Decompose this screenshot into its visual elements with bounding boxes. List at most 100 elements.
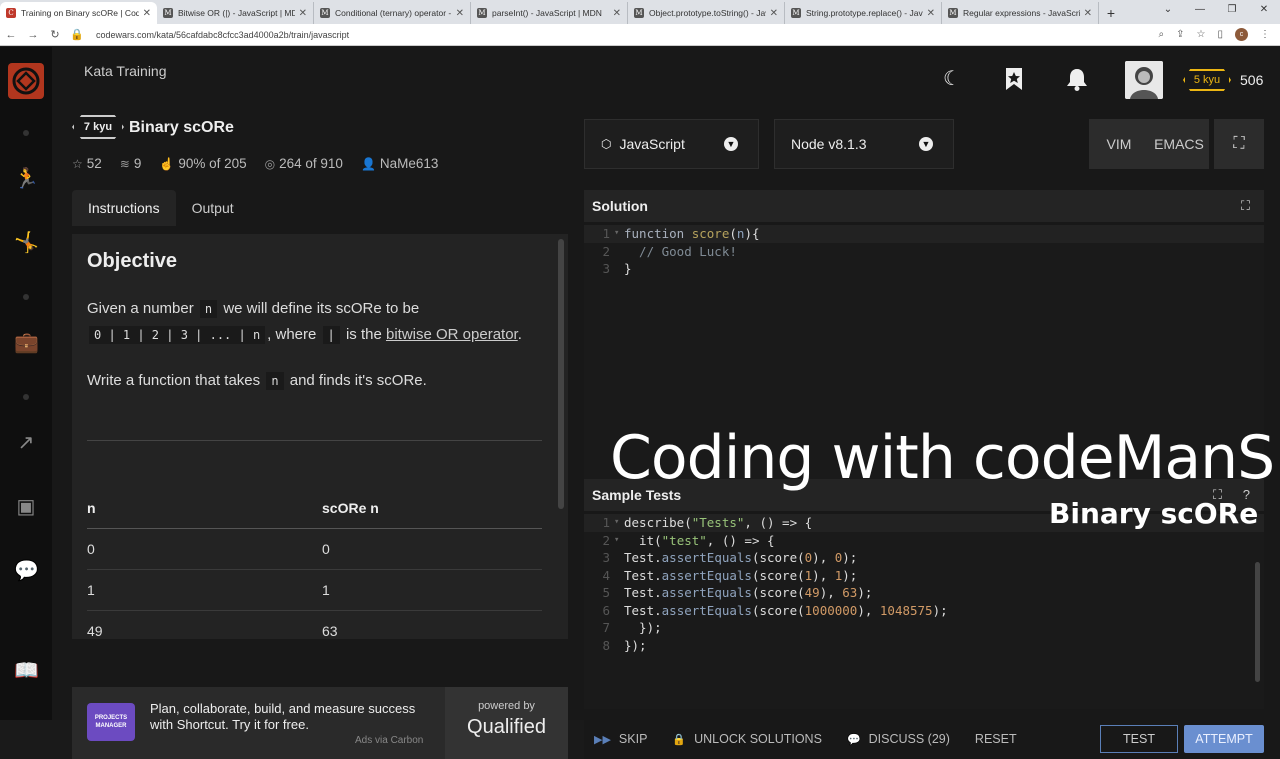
kata-description: Objective Given a number n we will defin… [72,234,568,639]
mdn-favicon: M [948,8,958,18]
codewars-logo[interactable] [8,63,44,99]
tests-scrollbar[interactable] [1255,562,1260,682]
reset-button[interactable]: RESET [975,732,1017,746]
thumbs-icon: ☝ [159,156,175,171]
menu-icon[interactable]: ⋮ [1260,29,1270,40]
browser-tab[interactable]: C Training on Binary scORe | Code ✕ [0,2,157,24]
kata-tabs: Instructions Output [72,190,250,226]
browser-tab[interactable]: M String.prototype.replace() - Java ✕ [785,2,942,24]
discord-icon[interactable]: ▣ [14,495,38,519]
profile-avatar[interactable]: c [1235,28,1248,41]
carbon-ad[interactable]: PROJECTS MANAGER Plan, collaborate, buil… [72,687,568,759]
forward-icon[interactable]: → [22,29,44,41]
close-window-icon[interactable]: ✕ [1248,0,1280,20]
description-scrollbar[interactable] [558,239,564,509]
collections-stat[interactable]: ≋ 9 [120,156,142,171]
reload-icon[interactable]: ↻ [44,28,66,41]
ad-text[interactable]: Plan, collaborate, build, and measure su… [150,701,440,733]
video-overlay-title: Coding with codeManS [610,423,1275,493]
honor-count: 506 [1240,72,1264,88]
kata-title[interactable]: Binary scORe [129,119,234,137]
kata-stats: ☆ 52 ≋ 9 ☝ 90% of 205 ◎ 264 of 910 👤 NaMe613 [72,156,456,171]
lock-icon[interactable]: 🔒 [66,28,88,41]
js-icon: ⬡ [601,137,612,151]
sidebar: 🏃 🤸 💼 ↗ ▣ 💬 📖 [0,47,52,720]
training-icon[interactable]: 🏃 [14,167,39,191]
description-paragraph: Write a function that takes n and finds … [87,372,427,390]
skip-button[interactable]: ▶▶ SKIP [594,732,647,746]
kata-panel: 7 kyu Binary scORe ☆ 52 ≋ 9 ☝ 90% of 205 ◎ 2… [52,107,584,759]
chat-icon[interactable]: 💬 [14,559,39,583]
tab-output[interactable]: Output [176,190,250,226]
close-tab-icon[interactable]: ✕ [927,8,935,19]
kata-rank-badge: 7 kyu [72,115,124,139]
test-button[interactable]: TEST [1100,725,1178,753]
close-tab-icon[interactable]: ✕ [770,8,778,19]
discuss-button[interactable]: 💬 DISCUSS (29) [847,732,950,746]
browser-tab[interactable]: M Regular expressions - JavaScri ✕ [942,2,1099,24]
language-select[interactable]: ⬡ JavaScript ▼ [584,119,759,169]
new-tab-icon[interactable]: + [1099,2,1123,24]
satisfaction-stat: ☝ 90% of 205 [159,156,247,171]
moon-icon[interactable]: ☾ [940,67,964,91]
restore-icon[interactable]: ❐ [1216,0,1248,20]
description-heading: Objective [87,250,178,272]
unlock-solutions-button[interactable]: 🔒 UNLOCK SOLUTIONS [672,732,822,746]
browser-tab[interactable]: M Conditional (ternary) operator - ✕ [314,2,471,24]
bell-icon[interactable] [1065,67,1089,91]
completed-stat: ◎ 264 of 910 [264,156,343,171]
mdn-favicon: M [320,8,330,18]
author-stat[interactable]: 👤 NaMe613 [361,156,439,171]
mdn-favicon: M [791,8,801,18]
ad-logo[interactable]: PROJECTS MANAGER [87,703,135,741]
expand-icon[interactable]: ⛶ [1241,190,1250,222]
url-field[interactable]: codewars.com/kata/56cafdabc8cfcc3ad4000a… [96,30,1159,40]
side-panel-icon[interactable]: ▯ [1217,29,1223,40]
divider [87,440,542,441]
table-header-row: n scORe n [87,488,542,529]
minimize-icon[interactable]: — [1184,0,1216,20]
version-select[interactable]: Node v8.1.3 ▼ [774,119,954,169]
ad-via[interactable]: Ads via Carbon [355,735,423,746]
emacs-mode-button[interactable]: EMACS [1149,136,1209,152]
zoom-icon[interactable]: ⌕ [1159,29,1165,40]
sample-tests-editor[interactable]: 1 ▾ describe("Tests", () => { 2 ▾ it("test"… [584,514,1264,709]
fullscreen-icon[interactable]: ⛶ [1214,119,1264,169]
window-controls: ⌄ — ❐ ✕ [1152,0,1280,20]
table-row: 49 63 [87,611,542,639]
vim-mode-button[interactable]: VIM [1089,136,1149,152]
leaderboard-icon[interactable]: ↗ [14,431,38,455]
mdn-favicon: M [634,8,644,18]
briefcase-icon[interactable]: 💼 [14,331,39,355]
browser-tab-strip: C Training on Binary scORe | Code ✕ M Bitwi… [0,0,1280,24]
close-tab-icon[interactable]: ✕ [613,8,621,19]
layers-icon: ≋ [119,156,130,171]
mdn-favicon: M [477,8,487,18]
close-tab-icon[interactable]: ✕ [1084,8,1092,19]
chevron-down-icon: ▼ [724,137,738,151]
user-avatar[interactable] [1125,61,1163,99]
docs-book-icon[interactable]: 📖 [14,659,39,683]
close-tab-icon[interactable]: ✕ [456,8,464,19]
browser-tab[interactable]: M Bitwise OR (|) - JavaScript | MDN ✕ [157,2,314,24]
sidebar-divider-dot [23,130,29,136]
comments-icon: 💬 [846,733,861,746]
bookmark-icon[interactable]: ☆ [1197,29,1206,40]
practice-icon[interactable]: 🤸 [14,231,39,255]
close-tab-icon[interactable]: ✕ [143,8,151,19]
browser-tab[interactable]: M Object.prototype.toString() - Jav ✕ [628,2,785,24]
tab-instructions[interactable]: Instructions [72,190,176,226]
stars-stat[interactable]: ☆ 52 [72,156,102,171]
bookmark-star-icon[interactable] [1002,67,1026,91]
share-icon[interactable]: ⇪ [1176,29,1184,40]
table-row: 1 1 [87,570,542,611]
lock-icon: 🔒 [672,733,687,746]
bitwise-or-link[interactable]: bitwise OR operator [386,326,518,343]
tab-search-icon[interactable]: ⌄ [1152,0,1184,20]
qualified-badge[interactable]: powered by Qualified [445,687,568,759]
browser-tab[interactable]: MparseInt() - JavaScript | MDN ✕ [471,2,628,24]
table-row: 0 0 [87,529,542,570]
attempt-button[interactable]: ATTEMPT [1184,725,1264,753]
back-icon[interactable]: ← [0,29,22,41]
close-tab-icon[interactable]: ✕ [299,8,307,19]
